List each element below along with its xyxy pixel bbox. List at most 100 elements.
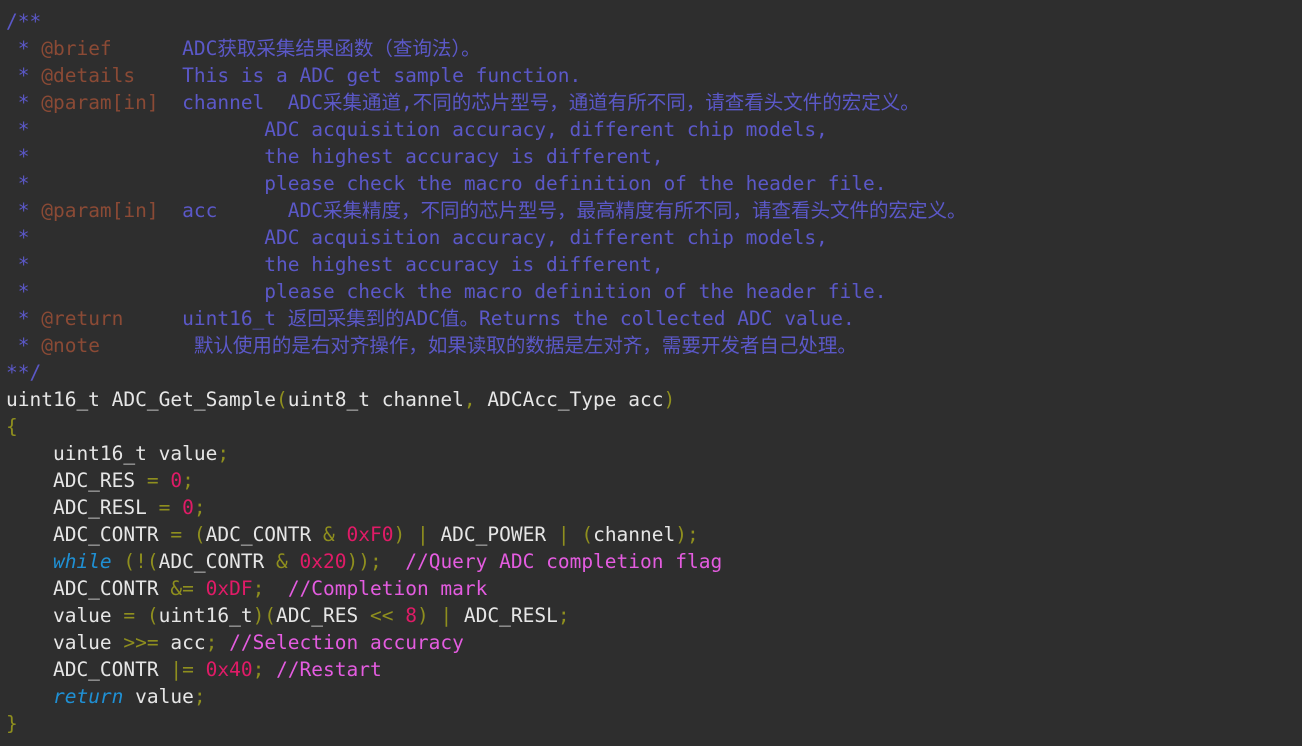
code-line[interactable]: { (6, 413, 1302, 440)
code-line[interactable]: /** (6, 8, 1302, 35)
code-token: uint8_t channel (287, 388, 464, 411)
code-token: value (6, 604, 124, 627)
code-token: //Completion mark (287, 577, 488, 600)
code-token: /** (6, 10, 42, 33)
code-line[interactable]: * the highest accuracy is different, (6, 251, 1302, 278)
code-token: = ( (123, 604, 159, 627)
code-token: )); (346, 550, 382, 573)
code-line[interactable]: while (!(ADC_CONTR & 0x20)); //Query ADC… (6, 548, 1302, 575)
code-token: ADC_CONTR (6, 658, 171, 681)
code-line[interactable]: ADC_CONTR = (ADC_CONTR & 0xF0) | ADC_POW… (6, 521, 1302, 548)
code-token: )( (252, 604, 277, 627)
code-line[interactable]: * the highest accuracy is different, (6, 143, 1302, 170)
code-token: 8 (405, 604, 417, 627)
code-token: ADC_RES (6, 469, 147, 492)
code-token: value (6, 631, 124, 654)
code-line[interactable]: return value; (6, 683, 1302, 710)
code-line[interactable]: * @note 默认使用的是右对齐操作，如果读取的数据是左对齐，需要开发者自己处… (6, 332, 1302, 359)
code-token: 0x40 (205, 658, 253, 681)
code-token: * the highest accuracy is different, (6, 145, 664, 168)
code-token: 0xDF (205, 577, 253, 600)
code-line[interactable]: * ADC acquisition accuracy, different ch… (6, 224, 1302, 251)
code-token: * (6, 91, 42, 114)
code-token: ; (193, 496, 206, 519)
code-token: while (52, 550, 112, 573)
code-token: & (323, 523, 347, 546)
code-line[interactable]: * @param[in] acc ADC采集精度，不同的芯片型号，最高精度有所不… (6, 197, 1302, 224)
code-line[interactable]: **/ (6, 359, 1302, 386)
code-token: ; (182, 469, 194, 492)
code-line[interactable]: * @brief ADC获取采集结果函数（查询法）。 (6, 35, 1302, 62)
code-token: 0 (182, 496, 194, 519)
code-token: ADC_CONTR (6, 577, 171, 600)
code-token: ); (675, 523, 699, 546)
code-token: return (52, 685, 124, 708)
code-token: = ( (170, 523, 206, 546)
code-token: //Query ADC completion flag (405, 550, 723, 573)
code-token: ; (557, 604, 570, 627)
code-token: acc (170, 631, 206, 654)
code-line[interactable]: * please check the macro definition of t… (6, 170, 1302, 197)
code-line[interactable]: * please check the macro definition of t… (6, 278, 1302, 305)
code-lines-container: /** * @brief ADC获取采集结果函数（查询法）。 * @detail… (6, 8, 1302, 737)
code-line[interactable]: ADC_RES = 0; (6, 467, 1302, 494)
code-editor-surface[interactable]: /** * @brief ADC获取采集结果函数（查询法）。 * @detail… (0, 0, 1302, 746)
code-token: @note (41, 334, 100, 357)
code-token: * ADC acquisition accuracy, different ch… (6, 118, 828, 141)
code-token: >>= (123, 631, 171, 654)
code-token: uint16_t ADC_Get_Sample (6, 388, 277, 411)
code-token: uint16_t value (6, 442, 218, 465)
code-token: @brief (41, 37, 112, 60)
code-token: 0x20 (299, 550, 347, 573)
code-token: ADCAcc_Type acc (475, 388, 664, 411)
code-token: value (123, 685, 194, 708)
code-token: * (6, 37, 42, 60)
code-line[interactable]: ADC_CONTR |= 0x40; //Restart (6, 656, 1302, 683)
code-token: ; (217, 442, 230, 465)
code-token: ADC获取采集结果函数（查询法）。 (111, 37, 481, 60)
code-token: ; (252, 577, 265, 600)
code-token: , (463, 388, 476, 411)
code-token: //Restart (276, 658, 382, 681)
code-token: This is a ADC get sample function. (135, 64, 582, 87)
code-token: ; (205, 631, 230, 654)
code-token: * (6, 307, 42, 330)
code-token: ; (252, 658, 277, 681)
code-token: **/ (6, 361, 42, 384)
code-token: * the highest accuracy is different, (6, 253, 664, 276)
code-token: } (6, 712, 18, 735)
code-line[interactable]: * @param[in] channel ADC采集通道,不同的芯片型号，通道有… (6, 89, 1302, 116)
code-token: * please check the macro definition of t… (6, 280, 887, 303)
code-token: 0 (170, 469, 183, 492)
code-line[interactable]: value = (uint16_t)(ADC_RES << 8) | ADC_R… (6, 602, 1302, 629)
code-line[interactable]: * @details This is a ADC get sample func… (6, 62, 1302, 89)
code-token: * (6, 334, 42, 357)
code-token: ADC_CONTR (158, 550, 277, 573)
code-token: 0xF0 (346, 523, 394, 546)
code-line[interactable]: ADC_CONTR &= 0xDF; //Completion mark (6, 575, 1302, 602)
code-token: @details (41, 64, 136, 87)
code-line[interactable]: } (6, 710, 1302, 737)
code-token: ADC_RESL (6, 496, 159, 519)
code-line[interactable]: * ADC acquisition accuracy, different ch… (6, 116, 1302, 143)
code-token: ) (663, 388, 676, 411)
code-token: &= (170, 577, 206, 600)
code-line[interactable]: uint16_t value; (6, 440, 1302, 467)
code-token: | (416, 523, 441, 546)
code-token: = (158, 496, 183, 519)
code-token: //Selection accuracy (229, 631, 464, 654)
code-line[interactable]: uint16_t ADC_Get_Sample(uint8_t channel,… (6, 386, 1302, 413)
code-line[interactable]: * @return uint16_t 返回采集到的ADC值。Returns th… (6, 305, 1302, 332)
code-token: ADC_CONTR (205, 523, 324, 546)
code-line[interactable]: ADC_RESL = 0; (6, 494, 1302, 521)
code-token: * (6, 64, 42, 87)
code-token: |= (170, 658, 206, 681)
code-token: ( (276, 388, 288, 411)
code-token: uint16_t 返回采集到的ADC值。Returns the collecte… (123, 307, 855, 330)
code-token: * please check the macro definition of t… (6, 172, 887, 195)
code-line[interactable]: value >>= acc; //Selection accuracy (6, 629, 1302, 656)
code-token: ADC_CONTR (6, 523, 171, 546)
code-token: | (440, 604, 464, 627)
